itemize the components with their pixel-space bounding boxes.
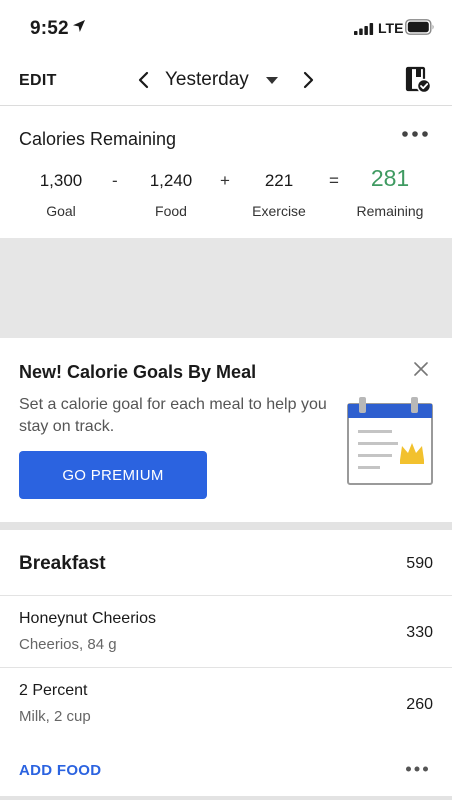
- food-name: 2 Percent: [19, 682, 88, 699]
- promo-description: Set a calorie goal for each meal to help…: [19, 396, 327, 435]
- go-premium-button[interactable]: GO PREMIUM: [19, 451, 207, 499]
- diary-nav-bar: EDIT Yesterday: [0, 56, 452, 106]
- cell-signal-icon: [354, 23, 374, 35]
- food-value: 1,240: [149, 171, 193, 190]
- promo-title: New! Calorie Goals By Meal: [19, 362, 257, 382]
- food-calories: 260: [406, 696, 433, 713]
- meal-calories: 590: [406, 555, 433, 572]
- plus-operator: +: [220, 171, 230, 190]
- bottom-divider: [0, 796, 452, 800]
- exercise-label: Exercise: [252, 203, 306, 219]
- goal-value: 1,300: [39, 171, 83, 190]
- food-entry[interactable]: 2 Percent Milk, 2 cup 260: [0, 668, 452, 740]
- diary-complete-icon[interactable]: [404, 66, 432, 94]
- caret-down-icon[interactable]: [266, 77, 278, 85]
- card-title: Calories Remaining: [19, 129, 177, 149]
- food-calories: 330: [406, 624, 433, 641]
- food-label: Food: [155, 203, 187, 219]
- network-type: LTE: [378, 20, 404, 36]
- calories-remaining-card: Calories Remaining 1,300 Goal - 1,240 Fo…: [0, 107, 452, 238]
- edit-button[interactable]: EDIT: [19, 72, 57, 90]
- goal-label: Goal: [46, 203, 76, 219]
- remaining-value: 281: [370, 165, 410, 191]
- minus-operator: -: [112, 171, 118, 190]
- meal-more-options-icon[interactable]: [405, 765, 429, 773]
- section-divider: [0, 522, 452, 530]
- premium-promo-card: New! Calorie Goals By Meal Set a calorie…: [0, 338, 452, 524]
- ad-placeholder-band: [0, 238, 452, 338]
- more-options-icon[interactable]: [401, 129, 429, 139]
- food-entry[interactable]: Honeynut Cheerios Cheerios, 84 g 330: [0, 596, 452, 668]
- status-time: 9:52: [30, 18, 69, 39]
- chevron-left-icon[interactable]: [136, 70, 152, 90]
- remaining-label: Remaining: [356, 203, 424, 219]
- meal-header-breakfast[interactable]: Breakfast 590: [0, 530, 452, 596]
- chevron-right-icon[interactable]: [300, 70, 316, 90]
- food-serving-detail: Cheerios, 84 g: [19, 636, 117, 653]
- add-food-button[interactable]: ADD FOOD: [19, 762, 101, 779]
- location-arrow-icon: [73, 20, 85, 32]
- meal-name: Breakfast: [19, 553, 106, 574]
- calendar-crown-illustration: [347, 397, 433, 485]
- equals-operator: =: [329, 171, 339, 190]
- food-name: Honeynut Cheerios: [19, 610, 156, 627]
- battery-icon: [405, 19, 434, 35]
- status-bar: 9:52 LTE: [0, 0, 452, 56]
- food-serving-detail: Milk, 2 cup: [19, 708, 91, 725]
- date-selector-label[interactable]: Yesterday: [165, 69, 249, 91]
- close-icon[interactable]: [414, 362, 428, 376]
- exercise-value: 221: [264, 171, 294, 190]
